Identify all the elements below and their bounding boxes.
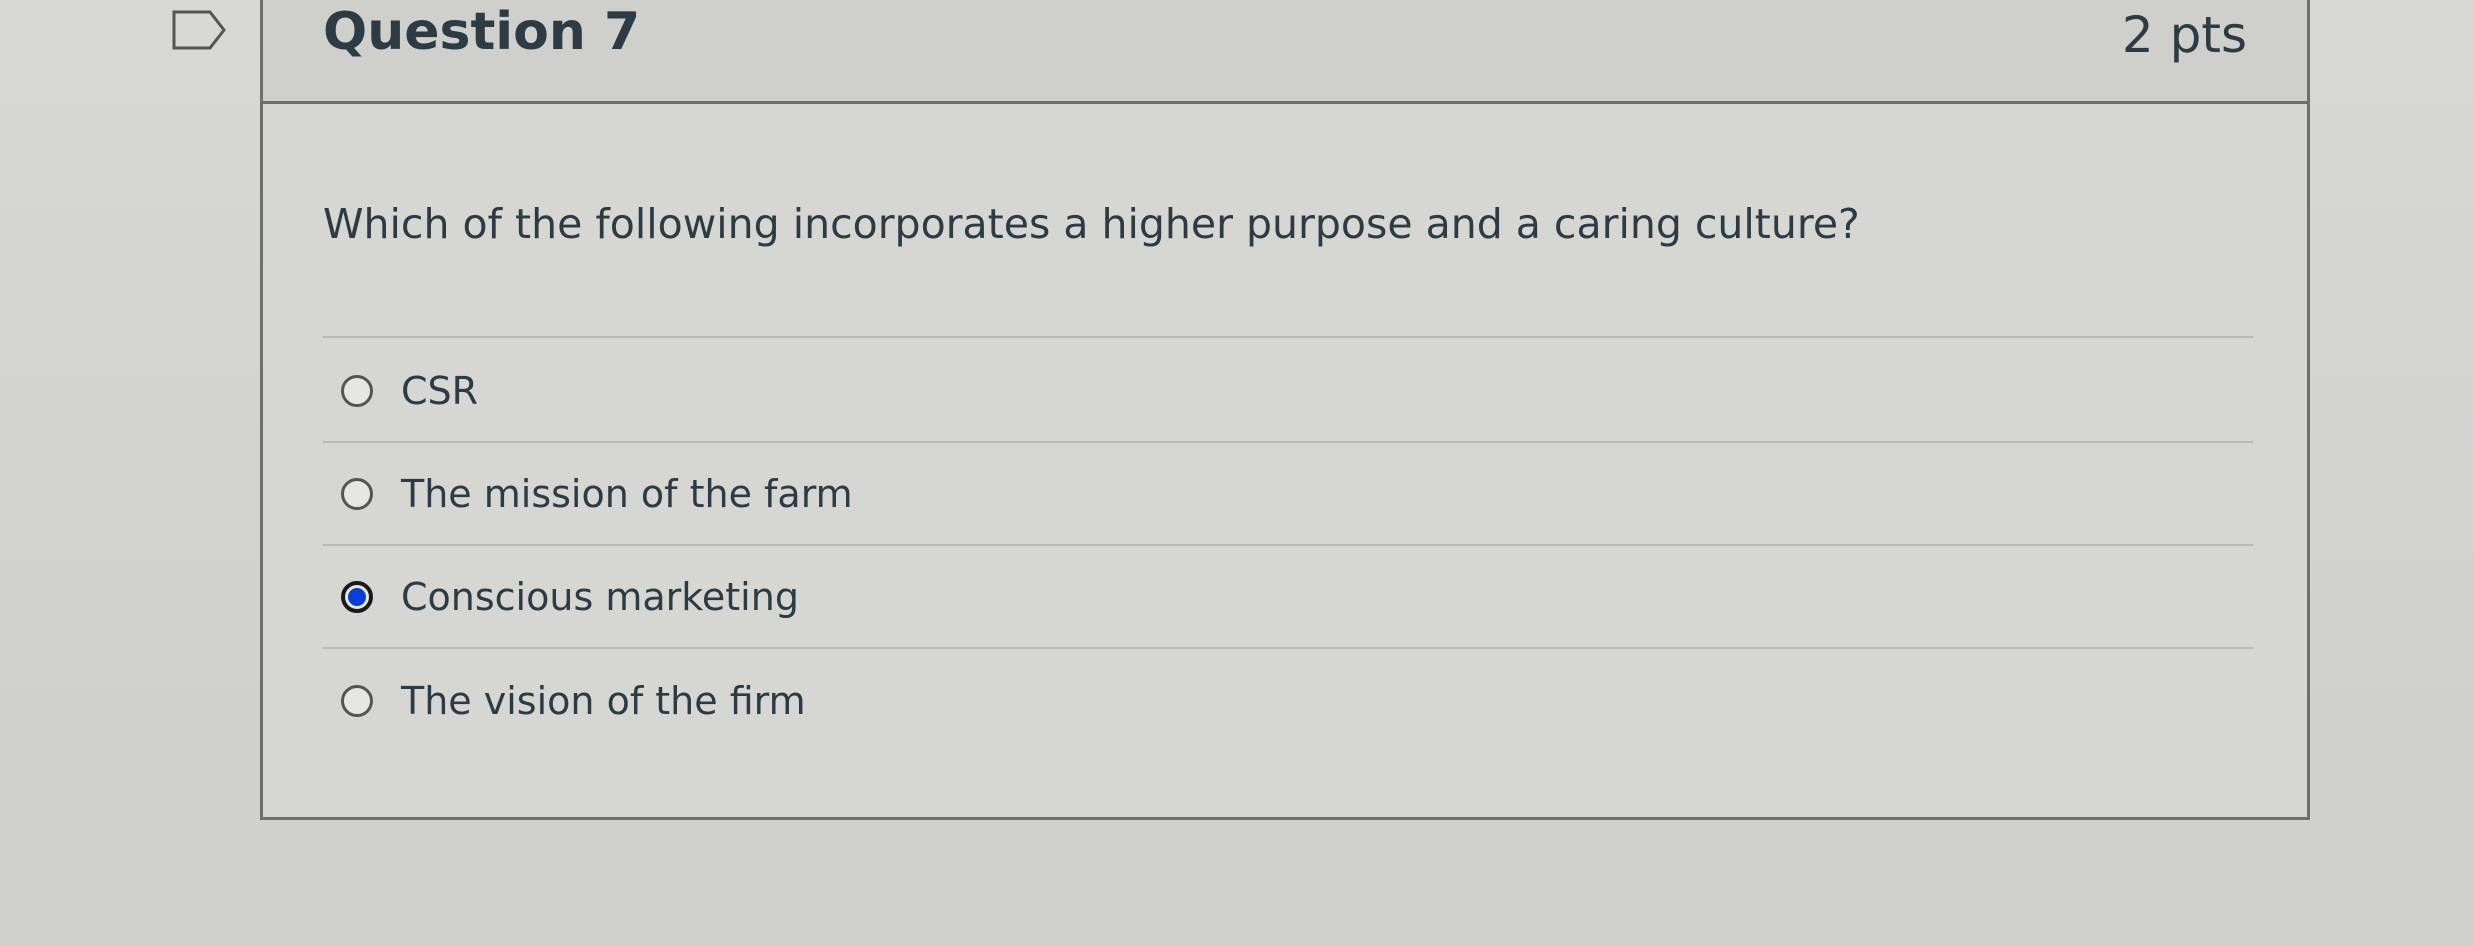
quiz-page: Question 7 2 pts Which of the following … xyxy=(0,0,2474,946)
question-points: 2 pts xyxy=(2121,6,2247,64)
question-title: Question 7 xyxy=(323,2,641,62)
radio-button[interactable] xyxy=(341,477,373,510)
answer-option[interactable]: The mission of the farm xyxy=(323,443,2253,546)
flag-icon[interactable] xyxy=(170,8,230,52)
answer-option[interactable]: CSR xyxy=(323,340,2253,443)
question-panel: Question 7 2 pts Which of the following … xyxy=(260,0,2310,820)
answer-label[interactable]: The vision of the firm xyxy=(401,679,806,723)
radio-button[interactable] xyxy=(341,684,373,717)
radio-button[interactable] xyxy=(341,374,373,407)
divider xyxy=(323,336,2253,338)
answer-label[interactable]: The mission of the farm xyxy=(401,472,853,516)
question-text: Which of the following incorporates a hi… xyxy=(323,200,1860,248)
answer-option[interactable]: Conscious marketing xyxy=(323,546,2253,649)
answer-option[interactable]: The vision of the firm xyxy=(323,649,2253,752)
answer-label[interactable]: CSR xyxy=(401,369,478,413)
answer-list: CSR The mission of the farm Conscious ma… xyxy=(323,340,2253,752)
answer-label[interactable]: Conscious marketing xyxy=(401,575,799,619)
radio-button-selected[interactable] xyxy=(341,580,373,613)
question-header: Question 7 2 pts xyxy=(263,0,2307,104)
